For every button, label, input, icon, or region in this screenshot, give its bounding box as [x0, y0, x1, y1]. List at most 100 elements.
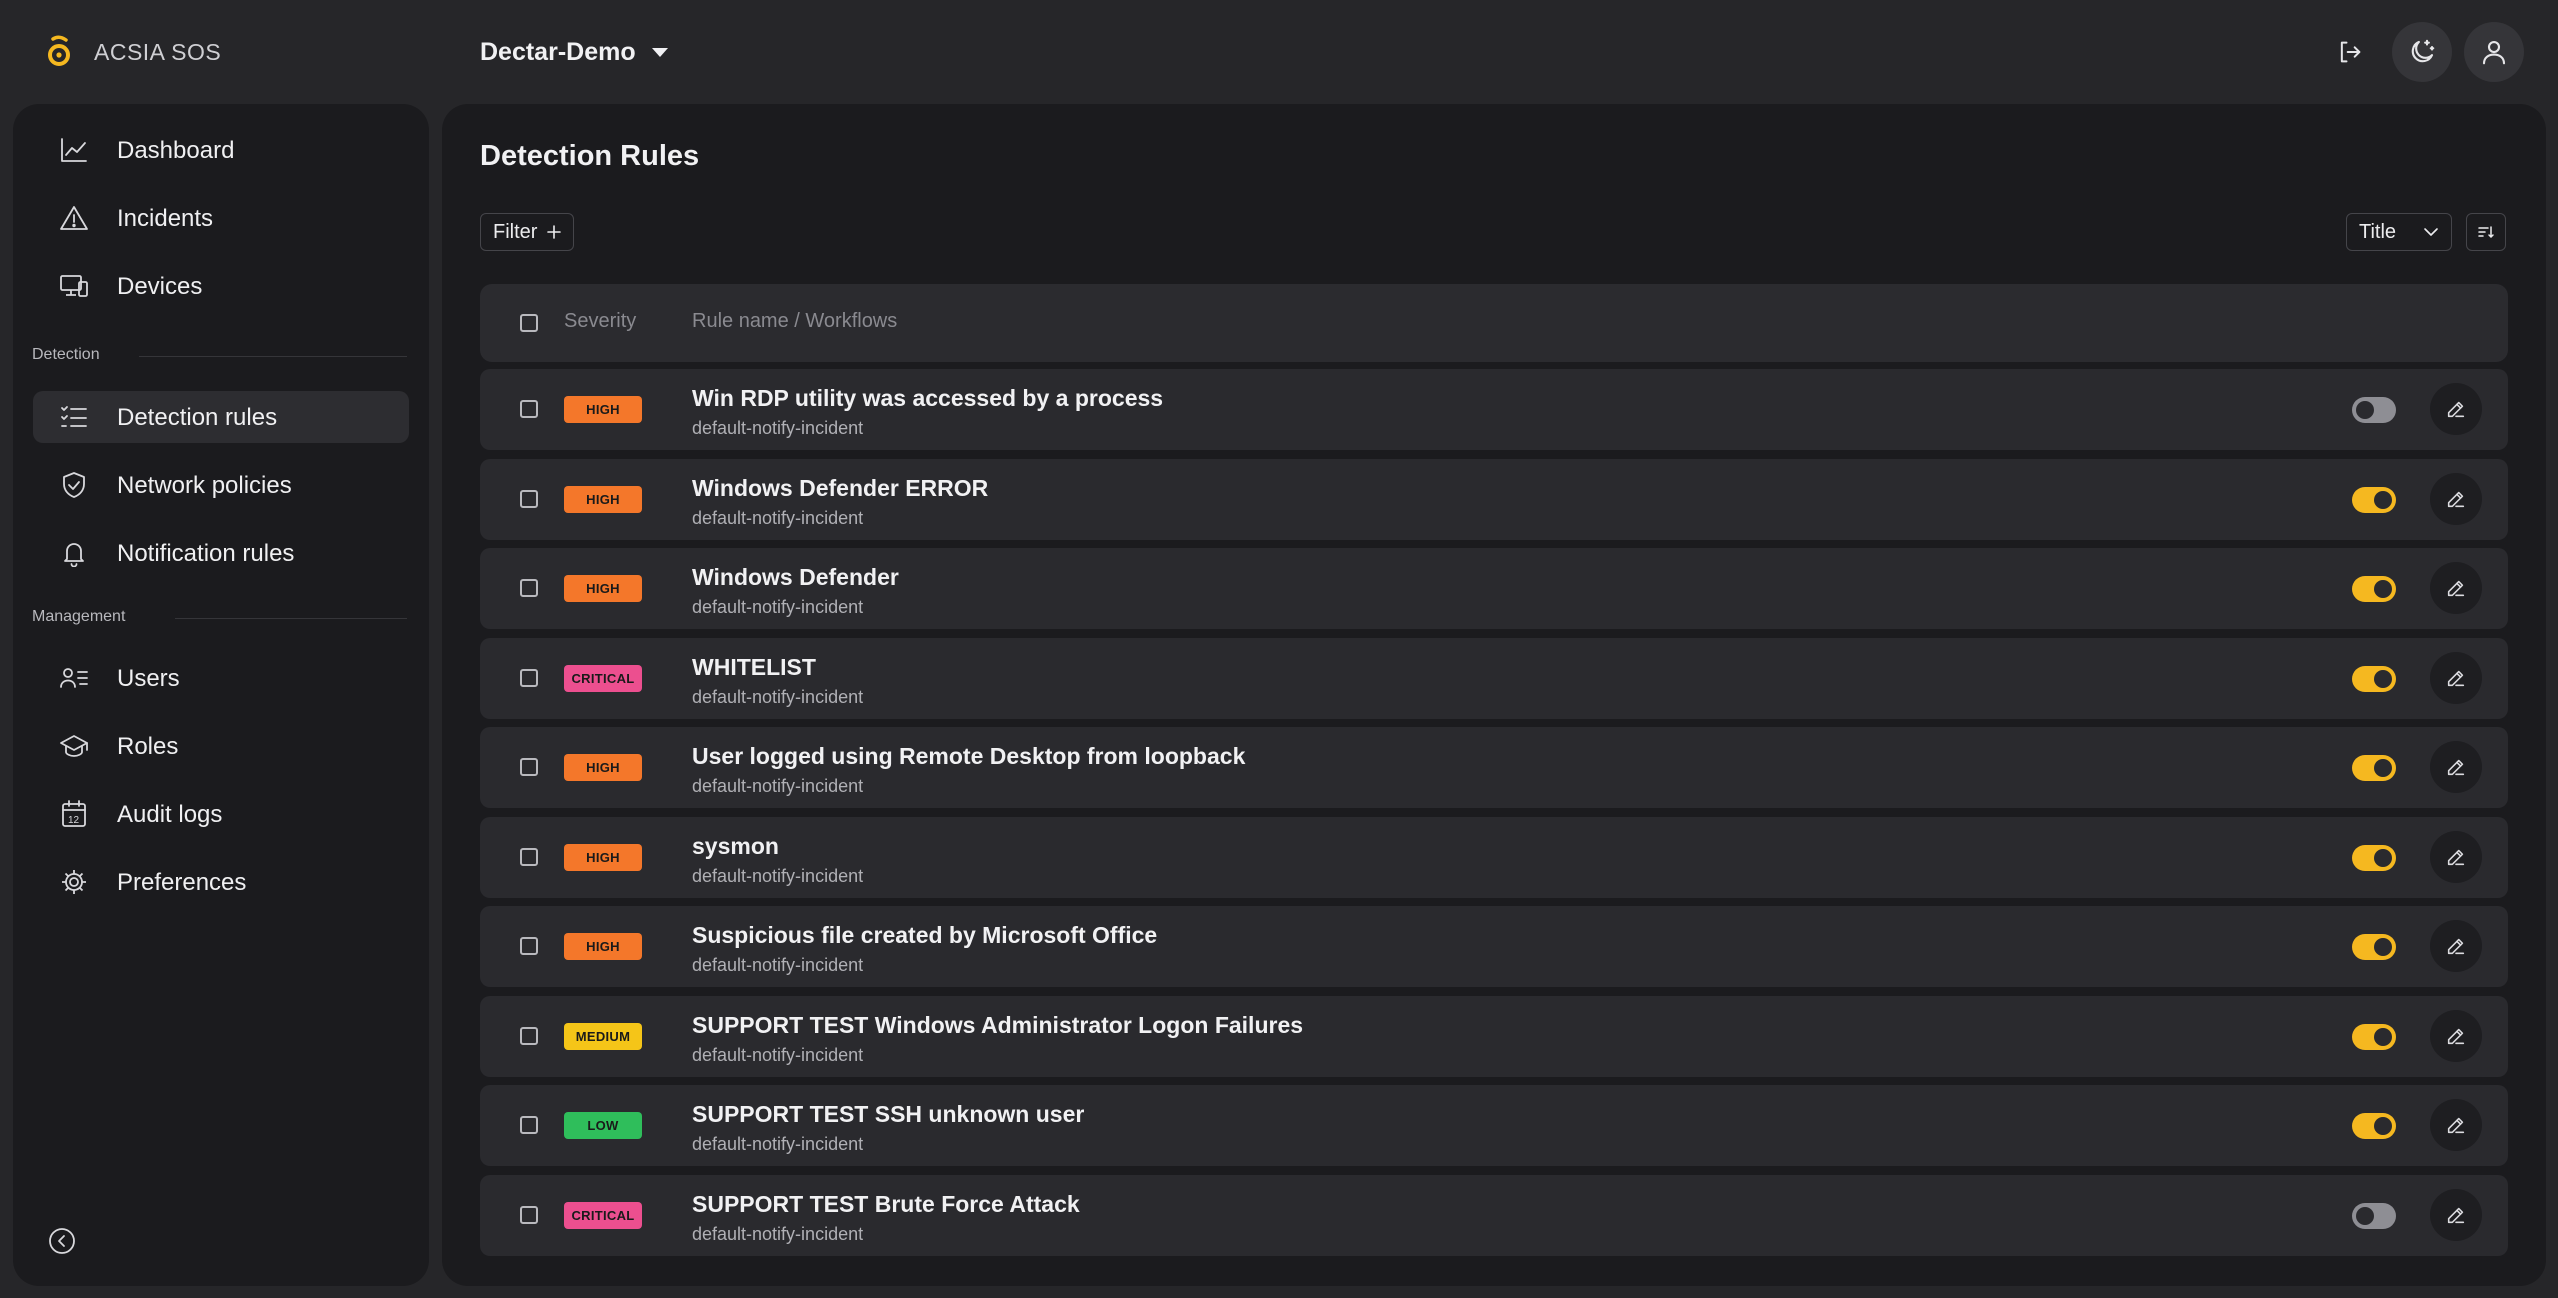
- table-row[interactable]: CRITICAL SUPPORT TEST Brute Force Attack d…: [480, 1174, 2508, 1256]
- row-checkbox[interactable]: [520, 400, 538, 418]
- sort-order-button[interactable]: [2466, 213, 2506, 251]
- collapse-sidebar-button[interactable]: [47, 1226, 77, 1256]
- user-icon: [2482, 40, 2506, 65]
- table-row[interactable]: HIGH Windows Defender ERROR default-notify…: [480, 458, 2508, 540]
- pencil-icon: [2447, 849, 2465, 865]
- sidebar-item-label: Incidents: [117, 205, 214, 232]
- table-row[interactable]: HIGH Suspicious file created by Microsoft…: [480, 906, 2508, 987]
- rule-title[interactable]: Win RDP utility was accessed by a proces…: [692, 385, 1163, 412]
- edit-rule-button[interactable]: [2430, 741, 2482, 793]
- rule-workflow: default-notify-incident: [692, 1223, 864, 1244]
- calendar-icon: 12: [62, 800, 86, 827]
- severity-badge: MEDIUM: [564, 1022, 642, 1050]
- rule-workflow: default-notify-incident: [692, 686, 864, 707]
- sidebar-item-audit-logs[interactable]: 12 Audit logs: [33, 788, 409, 840]
- edit-rule-button[interactable]: [2430, 651, 2482, 704]
- sidebar-item-dashboard[interactable]: Dashboard: [33, 124, 409, 176]
- brand[interactable]: ACSIA SOS: [44, 32, 221, 72]
- sidebar-item-label: Notification rules: [117, 540, 295, 567]
- sidebar-item-devices[interactable]: Devices: [33, 260, 409, 312]
- table-row[interactable]: LOW SUPPORT TEST SSH unknown user default-…: [480, 1085, 2508, 1166]
- sidebar: Dashboard Incidents Devices Detection De…: [13, 104, 429, 1286]
- rule-title[interactable]: SUPPORT TEST Brute Force Attack: [692, 1191, 1080, 1218]
- account-button[interactable]: [2464, 22, 2524, 82]
- toggle-knob: [2374, 669, 2392, 688]
- rule-enabled-toggle[interactable]: [2352, 486, 2396, 513]
- edit-rule-button[interactable]: [2430, 1009, 2482, 1062]
- sidebar-item-preferences[interactable]: Preferences: [33, 856, 409, 908]
- main-panel: Detection Rules Filter Title Severity Ru…: [442, 104, 2546, 1286]
- sidebar-item-network-policies[interactable]: Network policies: [33, 459, 409, 511]
- rule-title[interactable]: SUPPORT TEST SSH unknown user: [692, 1101, 1084, 1128]
- logout-button[interactable]: [2320, 22, 2380, 82]
- checklist-icon: [61, 406, 87, 427]
- gear-icon: [62, 870, 86, 894]
- organization-switcher[interactable]: Dectar-Demo: [480, 32, 668, 72]
- edit-rule-button[interactable]: [2430, 830, 2482, 883]
- rule-workflow: default-notify-incident: [692, 955, 864, 975]
- severity-badge: HIGH: [564, 485, 642, 513]
- rule-enabled-toggle[interactable]: [2352, 844, 2396, 871]
- table-row[interactable]: HIGH Windows Defender default-notify-incid…: [480, 548, 2508, 629]
- rule-enabled-toggle[interactable]: [2352, 576, 2396, 602]
- row-checkbox[interactable]: [520, 847, 538, 866]
- chevron-left-circle-icon: [49, 1228, 75, 1254]
- caret-down-icon: [651, 47, 668, 57]
- severity-badge: HIGH: [564, 843, 642, 871]
- row-checkbox[interactable]: [520, 1026, 538, 1045]
- row-checkbox[interactable]: [520, 489, 538, 508]
- rule-title[interactable]: WHITELIST: [692, 654, 816, 681]
- rule-title[interactable]: SUPPORT TEST Windows Administrator Logon…: [692, 1012, 1303, 1039]
- sidebar-item-detection-rules[interactable]: Detection rules: [33, 391, 409, 443]
- edit-rule-button[interactable]: [2430, 1188, 2482, 1241]
- rule-enabled-toggle[interactable]: [2352, 1202, 2396, 1229]
- filter-label: Filter: [493, 220, 538, 243]
- sidebar-item-roles[interactable]: Roles: [33, 720, 409, 772]
- rule-enabled-toggle[interactable]: [2352, 397, 2396, 423]
- toggle-knob: [2374, 1027, 2392, 1046]
- row-checkbox[interactable]: [520, 579, 538, 597]
- select-all-checkbox[interactable]: [520, 314, 538, 332]
- sidebar-item-notification-rules[interactable]: Notification rules: [33, 527, 409, 579]
- chevron-down-icon: [2424, 228, 2438, 236]
- edit-rule-button[interactable]: [2430, 472, 2482, 525]
- rule-enabled-toggle[interactable]: [2352, 1113, 2396, 1139]
- sidebar-item-label: Network policies: [117, 472, 292, 499]
- rule-title[interactable]: Windows Defender: [692, 564, 899, 591]
- table-row[interactable]: HIGH sysmon default-notify-incident: [480, 816, 2508, 898]
- top-bar: ACSIA SOS Dectar-Demo: [0, 0, 2558, 104]
- rule-title[interactable]: Suspicious file created by Microsoft Off…: [692, 922, 1157, 949]
- sidebar-item-users[interactable]: Users: [33, 652, 409, 704]
- row-checkbox[interactable]: [520, 1116, 538, 1134]
- rule-enabled-toggle[interactable]: [2352, 665, 2396, 692]
- rule-enabled-toggle[interactable]: [2352, 755, 2396, 781]
- edit-rule-button[interactable]: [2430, 383, 2482, 435]
- sort-order-icon: [2478, 226, 2494, 239]
- section-divider: [139, 356, 407, 357]
- sidebar-item-incidents[interactable]: Incidents: [33, 192, 409, 244]
- filter-button[interactable]: Filter: [480, 213, 575, 251]
- chart-line-icon: [61, 138, 87, 162]
- sort-field-select[interactable]: Title: [2346, 213, 2452, 251]
- rule-title[interactable]: User logged using Remote Desktop from lo…: [692, 743, 1245, 770]
- table-row[interactable]: MEDIUM SUPPORT TEST Windows Administrator…: [480, 995, 2508, 1077]
- sidebar-item-label: Roles: [117, 733, 179, 760]
- row-checkbox[interactable]: [520, 758, 538, 776]
- logout-icon: [2340, 41, 2361, 63]
- table-row[interactable]: CRITICAL WHITELIST default-notify-incident: [480, 637, 2508, 719]
- row-checkbox[interactable]: [520, 1205, 538, 1224]
- rule-title[interactable]: Windows Defender ERROR: [692, 475, 988, 502]
- edit-rule-button[interactable]: [2430, 1099, 2482, 1151]
- rule-workflow: default-notify-incident: [692, 597, 864, 617]
- edit-rule-button[interactable]: [2430, 920, 2482, 972]
- row-checkbox[interactable]: [520, 937, 538, 955]
- table-row[interactable]: HIGH User logged using Remote Desktop fro…: [480, 727, 2508, 808]
- theme-toggle-button[interactable]: [2392, 22, 2452, 82]
- table-row[interactable]: HIGH Win RDP utility was accessed by a pr…: [480, 369, 2508, 450]
- row-checkbox[interactable]: [520, 668, 538, 687]
- edit-rule-button[interactable]: [2430, 562, 2482, 614]
- rule-enabled-toggle[interactable]: [2352, 934, 2396, 960]
- rule-title[interactable]: sysmon: [692, 833, 779, 860]
- rule-workflow: default-notify-incident: [692, 1044, 864, 1065]
- rule-enabled-toggle[interactable]: [2352, 1023, 2396, 1050]
